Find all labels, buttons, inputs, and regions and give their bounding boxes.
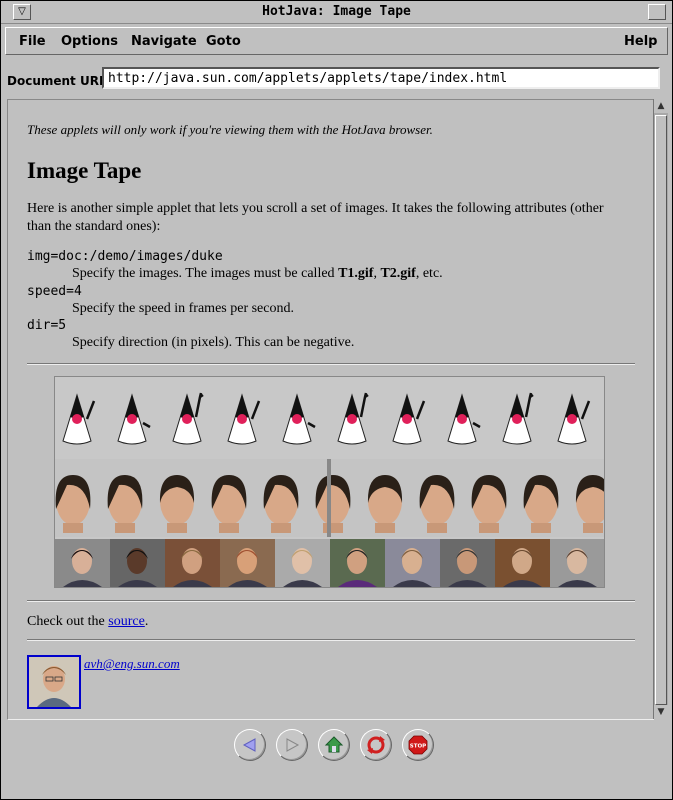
divider [27,639,635,641]
browser-note: These applets will only work if you're v… [27,122,433,137]
head-frame [411,463,463,533]
file-name-t1: T1.gif [338,266,374,281]
menu-navigate[interactable]: Navigate [131,34,197,49]
portrait-frame [55,539,110,587]
title-bar: ▽ HotJava: Image Tape [1,1,672,24]
duke-frame [502,392,534,445]
faces-tape-row [55,539,604,587]
head-tape-row [55,459,604,537]
head-frame [203,463,255,533]
head-frame [515,463,567,533]
menu-bar: File Options Navigate Goto Help [5,27,668,55]
duke-frame [392,393,426,445]
address-row: Document URL: http://java.sun.com/applet… [1,63,672,97]
forward-icon [286,738,300,752]
duke-frame [282,393,316,445]
file-name-t2: T2.gif [380,266,416,281]
duke-frame [227,393,261,445]
url-label: Document URL: [7,74,112,88]
attr-dir-desc: Specify direction (in pixels). This can … [72,335,355,350]
menu-help[interactable]: Help [624,34,657,49]
head-frame [99,463,151,533]
portrait-frame [495,539,550,587]
head-frame [359,463,411,533]
author-photo[interactable] [27,655,81,709]
menu-file[interactable]: File [19,34,46,49]
home-icon [324,736,344,753]
menu-options[interactable]: Options [61,34,118,49]
browser-window: ▽ HotJava: Image Tape File Options Navig… [0,0,673,800]
duke-tape-row [55,377,604,457]
head-frame [55,463,99,533]
tape-seam [327,459,331,537]
page-title: Image Tape [27,158,142,183]
portrait-frame [275,539,330,587]
source-line-end: . [144,614,149,629]
duke-frame [337,392,369,445]
back-button[interactable] [234,729,266,761]
stop-icon-text: STOP [410,744,426,750]
source-line-text: Check out the [27,614,109,629]
duke-frame [62,393,96,445]
navigation-toolbar: STOP [1,721,672,799]
menu-goto[interactable]: Goto [206,34,241,49]
duke-frame [447,393,481,445]
author-email-link[interactable]: avh@eng.sun.com [84,656,180,672]
source-line: Check out the source. [27,614,148,630]
attr-speed: speed=4 [27,284,82,299]
portrait-frame [385,539,440,587]
image-tape-applet[interactable] [54,376,605,588]
window-maximize-button[interactable] [648,4,666,20]
head-frame [307,463,359,533]
duke-frame [117,393,151,445]
reload-icon [367,736,385,754]
duke-frame [172,392,204,445]
forward-button[interactable] [276,729,308,761]
scroll-up-arrow-icon[interactable]: ▲ [654,99,668,113]
attr-speed-desc: Specify the speed in frames per second. [72,301,294,316]
head-frame [463,463,515,533]
portrait-frame [550,539,604,587]
attr-dir: dir=5 [27,318,67,333]
duke-frame [557,393,591,445]
attr-img-desc-suffix: , etc. [415,266,443,281]
stop-icon: STOP [408,735,428,755]
divider [27,600,635,602]
attr-img-desc: Specify the images. The images must be c… [72,266,443,282]
portrait-frame [165,539,220,587]
scroll-down-arrow-icon[interactable]: ▼ [654,705,668,719]
document-view: These applets will only work if you're v… [7,99,654,720]
head-frame [255,463,307,533]
divider [27,363,635,365]
vertical-scrollbar[interactable]: ▲ ▼ [653,99,668,719]
source-link[interactable]: source [108,614,145,629]
portrait-frame [110,539,165,587]
back-icon [242,738,256,752]
head-frame [151,463,203,533]
window-title: HotJava: Image Tape [262,4,411,19]
scroll-thumb[interactable] [655,115,667,705]
portrait-frame [220,539,275,587]
stop-button[interactable]: STOP [402,729,434,761]
head-frame [567,463,604,533]
portrait-frame [440,539,495,587]
home-button[interactable] [318,729,350,761]
portrait-frame [330,539,385,587]
attr-img-desc-text: Specify the images. The images must be c… [72,266,339,281]
attr-img: img=doc:/demo/images/duke [27,249,223,264]
url-input[interactable]: http://java.sun.com/applets/applets/tape… [102,67,660,89]
intro-paragraph: Here is another simple applet that lets … [27,201,604,234]
reload-button[interactable] [360,729,392,761]
